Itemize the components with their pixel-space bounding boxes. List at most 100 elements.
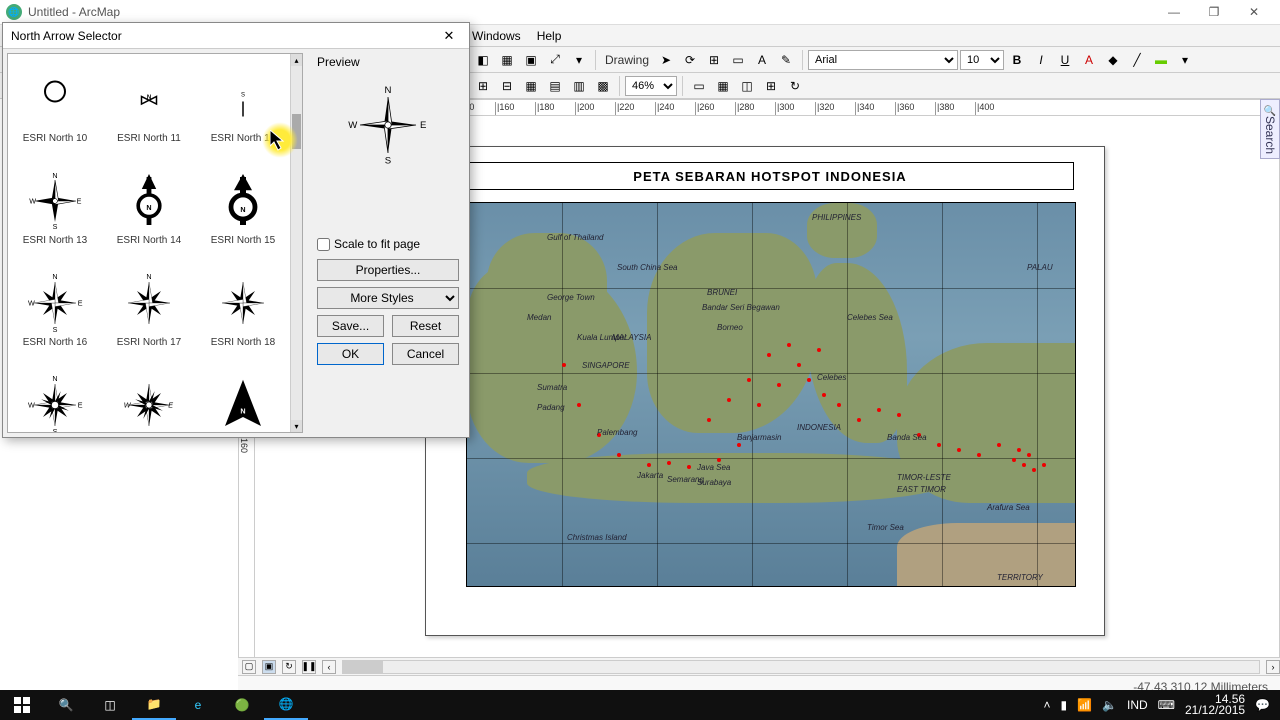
scroll-up-button[interactable]: ▴ [291,54,302,66]
cancel-button[interactable]: Cancel [392,343,459,365]
edge-icon[interactable]: e [176,690,220,720]
snap-icon[interactable]: ⊞ [472,75,494,97]
north-arrow-option[interactable]: NESRI North 21 [196,360,290,432]
keyboard-icon[interactable]: ⌨ [1158,698,1175,712]
app-icon: 🌐 [6,4,22,20]
layout-view-button[interactable]: ▣ [262,660,276,674]
volume-icon[interactable]: 🔈 [1102,698,1117,712]
maximize-button[interactable]: ❐ [1194,1,1234,23]
tool-icon[interactable]: ◧ [472,49,494,71]
properties-button[interactable]: Properties... [317,259,459,281]
north-arrow-option[interactable]: ESRI North 18 [196,258,290,360]
reset-button[interactable]: Reset [392,315,459,337]
horizontal-scrollbar[interactable] [342,660,1260,674]
grid-icon[interactable]: ▦ [520,75,542,97]
arcmap-icon[interactable]: 🌐 [264,690,308,720]
layout-icon[interactable]: ◫ [736,75,758,97]
language-indicator[interactable]: IND [1127,698,1148,712]
next-button[interactable]: › [1266,660,1280,674]
tool-icon[interactable]: ▾ [568,49,590,71]
hotspot-point [737,443,741,447]
dialog-close-button[interactable]: ✕ [437,26,461,46]
start-button[interactable] [0,690,44,720]
north-arrow-option[interactable]: NSWEESRI North 13 [8,156,102,258]
rect-tool-icon[interactable]: ▭ [727,49,749,71]
graticule-line [847,203,848,586]
search-panel-tab[interactable]: 🔍 Search [1260,99,1280,159]
grid-icon[interactable]: ▥ [568,75,590,97]
north-arrow-option[interactable]: NSWEESRI North 16 [8,258,102,360]
search-button[interactable]: 🔍 [44,690,88,720]
pause-draw-button[interactable]: ❚❚ [302,660,316,674]
zoom-tool-icon[interactable]: ⊞ [703,49,725,71]
gallery-scrollbar[interactable]: ▴ ▾ [290,54,302,432]
notifications-icon[interactable]: 💬 [1255,698,1270,712]
more-styles-dropdown[interactable]: More Styles [317,287,459,309]
menu-help[interactable]: Help [529,27,570,45]
north-arrow-icon: S [211,67,275,131]
chrome-icon[interactable]: 🟢 [220,690,264,720]
north-arrow-option[interactable]: SESRI North 12 [196,54,290,156]
graticule-line [467,458,1075,459]
clock[interactable]: 14.56 21/12/2015 [1185,694,1245,716]
data-view-button[interactable]: ▢ [242,660,256,674]
refresh-view-button[interactable]: ↻ [282,660,296,674]
grid-icon[interactable]: ▤ [544,75,566,97]
north-arrow-option[interactable]: NESRI North 11 [102,54,196,156]
map-place-label: South China Sea [617,263,678,272]
layout-icon[interactable]: ⊞ [760,75,782,97]
north-arrow-option[interactable]: WEESRI North 20 [102,360,196,432]
prev-button[interactable]: ‹ [322,660,336,674]
ruler-tick: |180 [535,102,575,116]
north-arrow-option[interactable]: NESRI North 15 [196,156,290,258]
edit-tool-icon[interactable]: ✎ [775,49,797,71]
north-arrow-option[interactable]: ESRI North 10 [8,54,102,156]
underline-button[interactable]: U [1054,49,1076,71]
marker-color-icon[interactable]: ▬ [1150,49,1172,71]
fill-color-icon[interactable]: ◆ [1102,49,1124,71]
grid-icon[interactable]: ▩ [592,75,614,97]
more-icon[interactable]: ▾ [1174,49,1196,71]
wifi-icon[interactable]: 📶 [1077,698,1092,712]
minimize-button[interactable]: — [1154,1,1194,23]
bold-button[interactable]: B [1006,49,1028,71]
refresh-icon[interactable]: ↻ [784,75,806,97]
layout-icon[interactable]: ▭ [688,75,710,97]
text-tool-icon[interactable]: A [751,49,773,71]
snap-icon[interactable]: ⊟ [496,75,518,97]
scroll-down-button[interactable]: ▾ [291,420,302,432]
separator [802,50,803,70]
line-color-icon[interactable]: ╱ [1126,49,1148,71]
italic-button[interactable]: I [1030,49,1052,71]
system-tray[interactable]: ˄ ▮ 📶 🔈 IND ⌨ 14.56 21/12/2015 💬 [1043,694,1280,716]
font-select[interactable]: Arial [808,50,958,70]
north-arrow-option[interactable]: NSWEESRI North 19 [8,360,102,432]
tool-icon[interactable]: ▦ [496,49,518,71]
zoom-select[interactable]: 46% [625,76,677,96]
north-arrow-option[interactable]: NESRI North 14 [102,156,196,258]
file-explorer-icon[interactable]: 📁 [132,690,176,720]
layout-icon[interactable]: ▦ [712,75,734,97]
tool-icon[interactable]: ▣ [520,49,542,71]
task-view-button[interactable]: ◫ [88,690,132,720]
drawing-label: Drawing [601,53,653,67]
font-color-icon[interactable]: A [1078,49,1100,71]
menu-windows[interactable]: Windows [464,27,529,45]
save-button[interactable]: Save... [317,315,384,337]
tray-up-icon[interactable]: ˄ [1043,698,1050,712]
close-button[interactable]: ✕ [1234,1,1274,23]
pointer-tool-icon[interactable]: ➤ [655,49,677,71]
svg-text:N: N [240,204,245,213]
font-size-select[interactable]: 10 [960,50,1004,70]
tool-icon[interactable]: ⤢ [544,49,566,71]
ok-button[interactable]: OK [317,343,384,365]
dialog-titlebar[interactable]: North Arrow Selector ✕ [3,23,469,49]
north-arrow-option[interactable]: NESRI North 17 [102,258,196,360]
scroll-thumb[interactable] [292,114,301,149]
svg-text:S: S [241,92,245,98]
svg-text:W: W [28,298,35,307]
scale-to-fit-checkbox[interactable] [317,238,330,251]
rotate-tool-icon[interactable]: ⟳ [679,49,701,71]
map-frame[interactable]: PHILIPPINESBRUNEIMALAYSIASINGAPOREINDONE… [466,202,1076,587]
battery-icon[interactable]: ▮ [1060,698,1067,712]
